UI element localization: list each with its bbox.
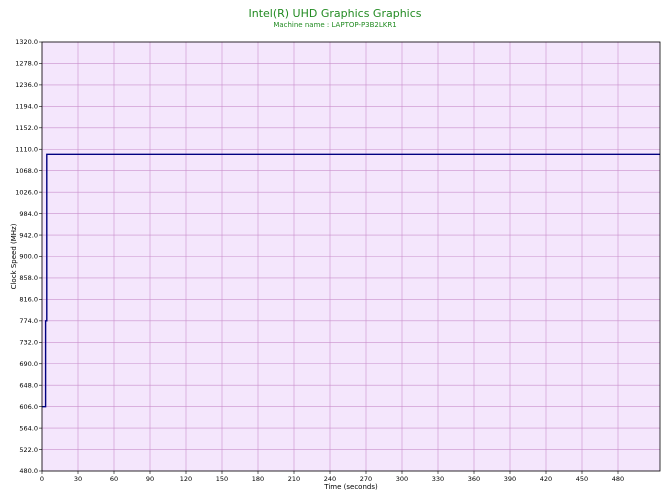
y-tick-label: 1068.0 (15, 167, 38, 175)
y-tick-label: 1278.0 (15, 60, 38, 68)
y-tick-label: 858.0 (19, 274, 38, 282)
x-tick-label: 210 (288, 475, 300, 483)
y-tick-label: 1110.0 (15, 145, 38, 153)
x-tick-label: 30 (74, 475, 82, 483)
x-tick-label: 420 (540, 475, 552, 483)
gridlines (41, 41, 660, 472)
y-tick-label: 1236.0 (15, 81, 38, 89)
y-tick-label: 774.0 (19, 317, 38, 325)
y-tick-label: 900.0 (19, 253, 38, 261)
y-tick-label: 942.0 (19, 231, 38, 239)
y-axis-ticks: 480.0 522.0 564.0 606.0 648.0 690.0 732.0 774.0… (15, 38, 42, 475)
x-axis-ticks: 0 30 60 90 120 150 180 210 240 270 300 330 360 390 420… (40, 471, 624, 483)
y-axis-label: Clock Speed (MHz) (10, 223, 18, 289)
y-tick-label: 816.0 (19, 296, 38, 304)
y-tick-label: 1152.0 (15, 124, 38, 132)
x-tick-label: 180 (252, 475, 264, 483)
y-tick-label: 648.0 (19, 381, 38, 389)
x-tick-label: 390 (504, 475, 516, 483)
x-tick-label: 0 (40, 475, 44, 483)
x-tick-label: 450 (576, 475, 588, 483)
y-tick-label: 690.0 (19, 360, 38, 368)
chart-canvas: 480.0 522.0 564.0 606.0 648.0 690.0 732.0 774.0… (10, 38, 661, 491)
x-tick-label: 300 (396, 475, 408, 483)
x-tick-label: 240 (324, 475, 336, 483)
y-tick-label: 732.0 (19, 339, 38, 347)
x-tick-label: 150 (216, 475, 228, 483)
y-tick-label: 564.0 (19, 424, 38, 432)
x-tick-label: 360 (468, 475, 480, 483)
y-tick-label: 984.0 (19, 210, 38, 218)
x-tick-label: 270 (360, 475, 372, 483)
y-tick-label: 1194.0 (15, 103, 38, 111)
x-tick-label: 330 (432, 475, 444, 483)
y-tick-label: 480.0 (19, 467, 38, 475)
x-tick-label: 90 (146, 475, 154, 483)
x-tick-label: 60 (110, 475, 118, 483)
y-tick-label: 1320.0 (15, 38, 38, 46)
x-tick-label: 480 (612, 475, 624, 483)
y-tick-label: 522.0 (19, 446, 38, 454)
x-tick-label: 120 (180, 475, 192, 483)
y-tick-label: 606.0 (19, 403, 38, 411)
x-axis-label: Time (seconds) (323, 483, 378, 491)
y-tick-label: 1026.0 (15, 188, 38, 196)
